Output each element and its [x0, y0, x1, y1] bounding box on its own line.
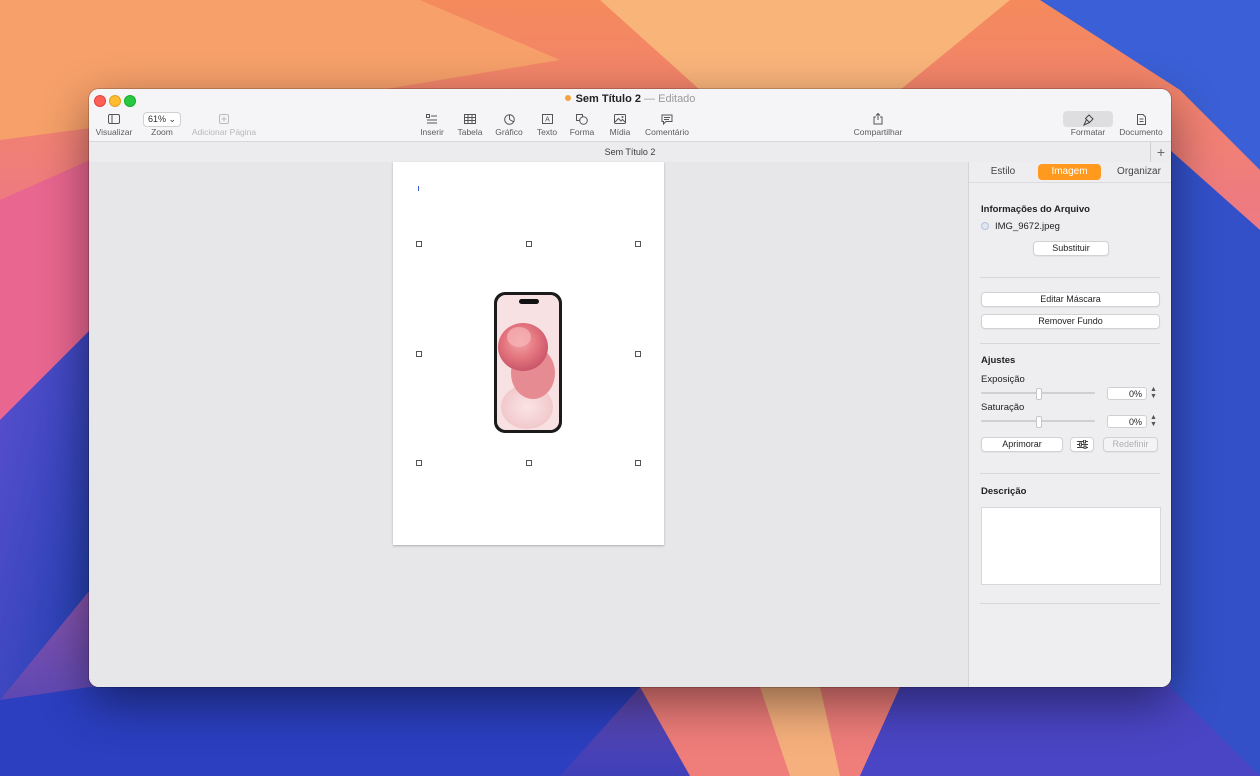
format-active-bg [1063, 111, 1113, 127]
comment-button[interactable]: Comentário [642, 111, 692, 137]
insert-button[interactable]: Inserir [416, 111, 448, 137]
window-title: Sem Título 2 — Editado [89, 93, 1171, 105]
enhance-button[interactable]: Aprimorar [981, 437, 1063, 452]
unsaved-indicator-icon [564, 95, 571, 102]
document-tab-bar: Sem Título 2 + [89, 141, 1171, 162]
text-box-icon: A [533, 111, 561, 127]
exposure-field[interactable]: 0% [1107, 387, 1147, 400]
format-label: Formatar [1070, 127, 1106, 137]
text-cursor [418, 186, 419, 191]
media-button[interactable]: Mídia [605, 111, 635, 137]
saturation-slider-knob[interactable] [1036, 416, 1042, 428]
resize-handle-bottom-right[interactable] [635, 460, 641, 466]
selected-image[interactable] [494, 292, 562, 433]
sidebar-icon [95, 111, 133, 127]
text-button[interactable]: A Texto [533, 111, 561, 137]
view-button[interactable]: Visualizar [95, 111, 133, 137]
document-label: Documento [1119, 127, 1163, 137]
document-title: Sem Título 2 [575, 93, 641, 105]
saturation-field[interactable]: 0% [1107, 415, 1147, 428]
resize-handle-right[interactable] [635, 351, 641, 357]
add-page-button[interactable]: Adicionar Página [189, 111, 259, 137]
table-button[interactable]: Tabela [455, 111, 485, 137]
resize-handle-left[interactable] [416, 351, 422, 357]
exposure-slider[interactable] [981, 388, 1095, 400]
insert-label: Inserir [420, 127, 444, 137]
divider [980, 603, 1160, 604]
svg-text:A: A [545, 117, 550, 124]
tab-divider [969, 182, 1171, 183]
divider [980, 343, 1160, 344]
format-button[interactable]: Formatar [1062, 111, 1114, 137]
tab-style[interactable]: Estilo [979, 164, 1027, 180]
share-label: Compartilhar [853, 127, 903, 137]
add-page-icon [189, 111, 259, 127]
zoom-label: Zoom [151, 127, 173, 137]
media-label: Mídia [609, 127, 631, 137]
share-icon [848, 111, 908, 127]
zoom-select[interactable]: 61% ⌄ [142, 112, 182, 127]
table-icon [455, 111, 485, 127]
shape-icon [567, 111, 597, 127]
text-label: Texto [536, 127, 558, 137]
replace-button[interactable]: Substituir [1033, 241, 1109, 256]
resize-handle-bottom[interactable] [526, 460, 532, 466]
insert-list-icon [416, 111, 448, 127]
file-info-title: Informações do Arquivo [981, 204, 1090, 215]
exposure-label: Exposição [981, 374, 1025, 385]
file-name: IMG_9672.jpeg [995, 221, 1060, 232]
dynamic-island [519, 299, 539, 304]
resize-handle-top-right[interactable] [635, 241, 641, 247]
zoom-control[interactable]: 61% ⌄ Zoom [142, 111, 182, 137]
document-icon [1116, 111, 1166, 127]
table-label: Tabela [457, 127, 483, 137]
document-tab[interactable]: Sem Título 2 [89, 147, 1171, 157]
view-label: Visualizar [95, 127, 133, 137]
divider [980, 277, 1160, 278]
share-button[interactable]: Compartilhar [848, 111, 908, 137]
reset-button[interactable]: Redefinir [1103, 437, 1158, 452]
adjustments-title: Ajustes [981, 355, 1016, 366]
resize-handle-bottom-left[interactable] [416, 460, 422, 466]
resize-handle-top-left[interactable] [416, 241, 422, 247]
adjust-image-button[interactable] [1070, 437, 1094, 452]
resize-handle-top[interactable] [526, 241, 532, 247]
pie-chart-icon [492, 111, 526, 127]
shape-label: Forma [569, 127, 595, 137]
chevron-down-icon: ⌄ [168, 114, 177, 124]
divider [980, 473, 1160, 474]
phone-screen [497, 295, 559, 430]
shape-button[interactable]: Forma [567, 111, 597, 137]
saturation-stepper[interactable]: ▲ ▼ [1149, 414, 1158, 429]
edit-state: Editado [658, 93, 696, 105]
photo-icon [605, 111, 635, 127]
document-page[interactable] [393, 162, 664, 545]
exposure-slider-knob[interactable] [1036, 388, 1042, 400]
title-bar: Sem Título 2 — Editado Visualizar 61% ⌄ … [89, 89, 1171, 162]
exposure-stepper[interactable]: ▲ ▼ [1149, 386, 1158, 401]
tab-arrange[interactable]: Organizar [1109, 164, 1169, 180]
comment-label: Comentário [645, 127, 689, 137]
document-canvas[interactable] [89, 162, 968, 687]
zoom-value: 61% [147, 114, 166, 124]
edit-mask-button[interactable]: Editar Máscara [981, 292, 1160, 307]
chart-label: Gráfico [495, 127, 523, 137]
comment-icon [642, 111, 692, 127]
image-file-icon [981, 222, 989, 230]
document-button[interactable]: Documento [1116, 111, 1166, 137]
title-separator: — [644, 93, 656, 105]
add-page-label: Adicionar Página [191, 127, 257, 137]
pages-window: Sem Título 2 — Editado Visualizar 61% ⌄ … [89, 89, 1171, 687]
description-field[interactable] [981, 507, 1161, 585]
new-tab-button[interactable]: + [1150, 142, 1171, 162]
sliders-icon [1076, 439, 1088, 450]
format-inspector: Estilo Imagem Organizar Informações do A… [968, 162, 1171, 687]
tab-image[interactable]: Imagem [1038, 164, 1101, 180]
remove-background-button[interactable]: Remover Fundo [981, 314, 1160, 329]
description-title: Descrição [981, 486, 1027, 497]
saturation-label: Saturação [981, 402, 1025, 413]
chart-button[interactable]: Gráfico [492, 111, 526, 137]
phone-wallpaper-art [497, 295, 559, 430]
saturation-slider[interactable] [981, 416, 1095, 428]
